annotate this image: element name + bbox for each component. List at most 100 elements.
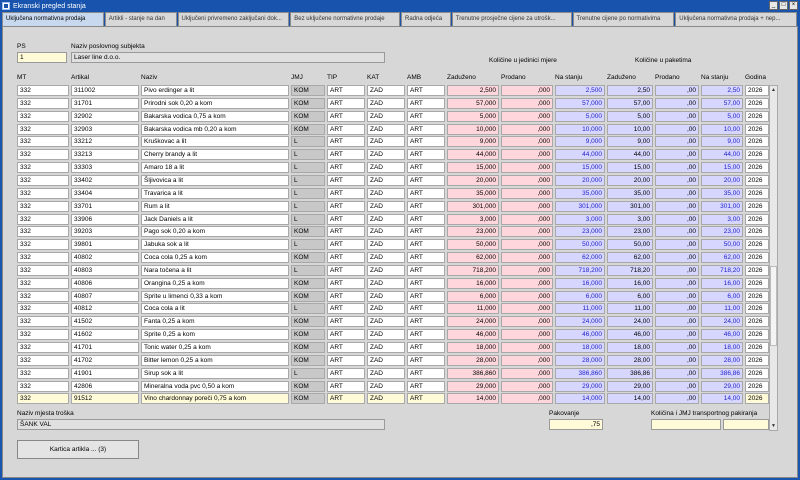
table-row[interactable]: 332 33402 Šljivovica a lit L ART ZAD ART 20,000… bbox=[17, 174, 769, 187]
cell-zaduzeno-pak[interactable]: 28,00 bbox=[607, 354, 653, 366]
cell-kat[interactable]: ZAD bbox=[367, 85, 405, 96]
cell-na-stanju-jm[interactable]: 16,000 bbox=[555, 277, 605, 289]
cell-jmj[interactable]: KOM bbox=[291, 226, 325, 238]
cell-naziv[interactable]: Kruškovac a lit bbox=[141, 136, 289, 148]
cell-zaduzeno-jm[interactable]: 5,000 bbox=[447, 110, 499, 122]
cell-zaduzeno-pak[interactable]: 301,00 bbox=[607, 200, 653, 212]
cell-kat[interactable]: ZAD bbox=[367, 213, 405, 225]
cell-prodano-jm[interactable]: ,000 bbox=[501, 264, 553, 276]
cell-tip[interactable]: ART bbox=[327, 149, 365, 161]
cell-mt[interactable]: 332 bbox=[17, 149, 69, 161]
cell-zaduzeno-jm[interactable]: 9,000 bbox=[447, 136, 499, 148]
cell-tip[interactable]: ART bbox=[327, 380, 365, 392]
cell-mt[interactable]: 332 bbox=[17, 200, 69, 212]
cell-godina[interactable]: 2026 bbox=[745, 226, 769, 238]
cell-godina[interactable]: 2026 bbox=[745, 264, 769, 276]
cell-naziv[interactable]: Amaro 18 a lit bbox=[141, 162, 289, 174]
table-row[interactable]: 332 41901 Sirup sok a lit L ART ZAD ART 386,860… bbox=[17, 367, 769, 380]
cell-na-stanju-jm[interactable]: 9,000 bbox=[555, 136, 605, 148]
cell-na-stanju-pak[interactable]: 6,00 bbox=[701, 290, 743, 302]
cell-mt[interactable]: 332 bbox=[17, 110, 69, 122]
cell-zaduzeno-pak[interactable]: 24,00 bbox=[607, 316, 653, 328]
cell-zaduzeno-jm[interactable]: 14,000 bbox=[447, 393, 499, 405]
cell-artikal[interactable]: 41901 bbox=[71, 367, 139, 379]
table-row[interactable]: 332 41702 Bitter lemon 0,25 a kom KOM ART ZAD… bbox=[17, 354, 769, 367]
cell-artikal[interactable]: 33212 bbox=[71, 136, 139, 148]
table-row[interactable]: 332 40812 Coca cola a lit L ART ZAD ART 11,000,… bbox=[17, 303, 769, 315]
cell-naziv[interactable]: Coca cola 0,25 a kom bbox=[141, 252, 289, 264]
table-row[interactable]: 332 33906 Jack Daniels a lit L ART ZAD ART 3,00… bbox=[17, 213, 769, 226]
cell-prodano-pak[interactable]: ,00 bbox=[655, 162, 699, 174]
cell-kat[interactable]: ZAD bbox=[367, 380, 405, 392]
cell-amb[interactable]: ART bbox=[407, 277, 445, 289]
cell-artikal[interactable]: 33303 bbox=[71, 162, 139, 174]
cell-kat[interactable]: ZAD bbox=[367, 316, 405, 328]
cell-prodano-pak[interactable]: ,00 bbox=[655, 174, 699, 186]
cell-amb[interactable]: ART bbox=[407, 149, 445, 161]
cell-artikal[interactable]: 33213 bbox=[71, 149, 139, 161]
cell-jmj[interactable]: L bbox=[291, 367, 325, 379]
cell-amb[interactable]: ART bbox=[407, 239, 445, 251]
cell-prodano-jm[interactable]: ,000 bbox=[501, 187, 553, 199]
cell-prodano-pak[interactable]: ,00 bbox=[655, 329, 699, 341]
cell-na-stanju-pak[interactable]: 5,00 bbox=[701, 110, 743, 122]
cell-artikal[interactable]: 33402 bbox=[71, 174, 139, 186]
cell-mt[interactable]: 332 bbox=[17, 136, 69, 148]
cell-kat[interactable]: ZAD bbox=[367, 367, 405, 379]
cell-naziv[interactable]: Vino chardonnay poreči 0,75 a kom bbox=[141, 393, 289, 405]
cell-mt[interactable]: 332 bbox=[17, 226, 69, 238]
cell-mt[interactable]: 332 bbox=[17, 252, 69, 264]
cell-zaduzeno-pak[interactable]: 29,00 bbox=[607, 380, 653, 392]
cell-amb[interactable]: ART bbox=[407, 303, 445, 315]
cell-jmj[interactable]: L bbox=[291, 213, 325, 225]
cell-amb[interactable]: ART bbox=[407, 290, 445, 302]
cell-prodano-pak[interactable]: ,00 bbox=[655, 85, 699, 96]
cell-amb[interactable]: ART bbox=[407, 174, 445, 186]
cell-zaduzeno-jm[interactable]: 6,000 bbox=[447, 290, 499, 302]
cell-kat[interactable]: ZAD bbox=[367, 174, 405, 186]
cell-artikal[interactable]: 41602 bbox=[71, 329, 139, 341]
cell-jmj[interactable]: KOM bbox=[291, 97, 325, 109]
cell-mt[interactable]: 332 bbox=[17, 123, 69, 135]
cell-zaduzeno-jm[interactable]: 10,000 bbox=[447, 123, 499, 135]
cell-zaduzeno-pak[interactable]: 718,20 bbox=[607, 264, 653, 276]
cell-naziv[interactable]: Sprite 0,25 a kom bbox=[141, 329, 289, 341]
transport-qty-field[interactable] bbox=[651, 419, 721, 430]
scroll-thumb[interactable] bbox=[770, 266, 777, 346]
cell-zaduzeno-jm[interactable]: 46,000 bbox=[447, 329, 499, 341]
cell-na-stanju-jm[interactable]: 386,860 bbox=[555, 367, 605, 379]
cell-prodano-pak[interactable]: ,00 bbox=[655, 239, 699, 251]
cell-kat[interactable]: ZAD bbox=[367, 123, 405, 135]
cell-zaduzeno-pak[interactable]: 2,50 bbox=[607, 85, 653, 96]
cell-zaduzeno-jm[interactable]: 3,000 bbox=[447, 213, 499, 225]
cell-zaduzeno-jm[interactable]: 44,000 bbox=[447, 149, 499, 161]
cell-naziv[interactable]: Nara točena a lit bbox=[141, 264, 289, 276]
cell-prodano-jm[interactable]: ,000 bbox=[501, 316, 553, 328]
cell-mt[interactable]: 332 bbox=[17, 380, 69, 392]
cell-na-stanju-jm[interactable]: 718,200 bbox=[555, 264, 605, 276]
cell-na-stanju-pak[interactable]: 718,20 bbox=[701, 264, 743, 276]
cell-jmj[interactable]: L bbox=[291, 136, 325, 148]
cell-na-stanju-jm[interactable]: 23,000 bbox=[555, 226, 605, 238]
cell-artikal[interactable]: 33404 bbox=[71, 187, 139, 199]
cell-amb[interactable]: ART bbox=[407, 393, 445, 405]
cell-godina[interactable]: 2026 bbox=[745, 200, 769, 212]
cell-na-stanju-pak[interactable]: 386,86 bbox=[701, 367, 743, 379]
cell-tip[interactable]: ART bbox=[327, 200, 365, 212]
cell-naziv[interactable]: Pivo erdinger a lit bbox=[141, 85, 289, 96]
cell-jmj[interactable]: KOM bbox=[291, 110, 325, 122]
table-row[interactable]: 332 33701 Rum a lit L ART ZAD ART 301,000,000 30… bbox=[17, 200, 769, 213]
cell-naziv[interactable]: Tonic water 0,25 a kom bbox=[141, 342, 289, 353]
cell-tip[interactable]: ART bbox=[327, 97, 365, 109]
cell-na-stanju-pak[interactable]: 3,00 bbox=[701, 213, 743, 225]
cell-artikal[interactable]: 40806 bbox=[71, 277, 139, 289]
cell-naziv[interactable]: Coca cola a lit bbox=[141, 303, 289, 315]
cell-na-stanju-pak[interactable]: 301,00 bbox=[701, 200, 743, 212]
cell-jmj[interactable]: KOM bbox=[291, 123, 325, 135]
table-row[interactable]: 332 32903 Bakarska vodica mb 0,20 a kom KOM… bbox=[17, 123, 769, 136]
cell-kat[interactable]: ZAD bbox=[367, 329, 405, 341]
cell-godina[interactable]: 2026 bbox=[745, 342, 769, 353]
cell-godina[interactable]: 2026 bbox=[745, 213, 769, 225]
cell-prodano-pak[interactable]: ,00 bbox=[655, 303, 699, 315]
table-row[interactable]: 332 33303 Amaro 18 a lit L ART ZAD ART 15,000,0… bbox=[17, 162, 769, 174]
